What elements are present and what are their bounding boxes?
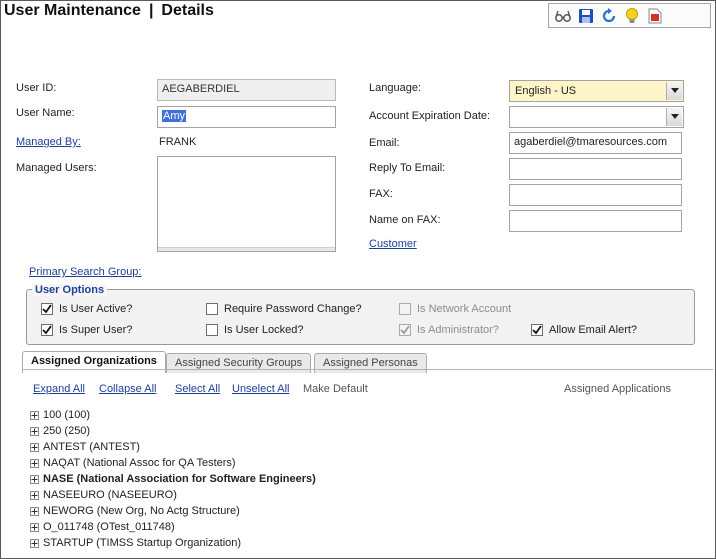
managed-by-link[interactable]: Managed By: [16,136,81,148]
chevron-down-icon[interactable] [666,82,682,100]
plus-expand-icon[interactable] [30,458,39,468]
language-value: English - US [515,85,577,97]
require-password-change-option: Require Password Change? [206,303,362,315]
tree-item-label[interactable]: NASEEURO (NASEEURO) [43,489,177,501]
pdf-report-icon[interactable] [645,6,665,26]
user-name-value: Amy [162,110,186,122]
plus-expand-icon[interactable] [30,506,39,516]
tree-item-label[interactable]: 100 (100) [43,409,90,421]
plus-expand-icon[interactable] [30,410,39,420]
user-options-legend: User Options [32,284,108,296]
language-label: Language: [369,82,421,94]
tree-item: NASEEURO (NASEEURO) [30,487,316,503]
managed-users-scrollbar[interactable] [158,247,335,251]
assigned-applications-label: Assigned Applications [564,383,672,395]
primary-search-group-link[interactable]: Primary Search Group: [29,266,141,278]
email-input[interactable]: agaberdiel@tmaresources.com [509,132,682,154]
tree-item-label[interactable]: STARTUP (TIMSS Startup Organization) [43,537,241,549]
email-label: Email: [369,137,400,149]
account-expiration-label: Account Expiration Date: [369,110,491,122]
is-administrator-label: Is Administrator? [417,324,499,336]
is-user-locked-checkbox[interactable] [206,324,218,336]
language-select[interactable]: English - US [509,80,684,102]
tab-divider [22,369,713,370]
is-super-user-checkbox[interactable] [41,324,53,336]
tree-item: 100 (100) [30,407,316,423]
is-user-active-option: Is User Active? [41,303,132,315]
name-on-fax-input[interactable] [509,210,682,232]
tree-item-label[interactable]: NAQAT (National Assoc for QA Testers) [43,457,236,469]
account-expiration-select[interactable] [509,106,684,128]
is-network-account-option: Is Network Account [399,303,511,315]
allow-email-alert-label: Allow Email Alert? [549,324,638,336]
tree-item: 250 (250) [30,423,316,439]
lightbulb-icon[interactable] [622,6,642,26]
fax-input[interactable] [509,184,682,206]
user-name-label: User Name: [16,107,75,119]
glasses-icon[interactable] [553,6,573,26]
tab-assigned-security-groups[interactable]: Assigned Security Groups [166,353,312,373]
collapse-all-link[interactable]: Collapse All [99,383,156,395]
plus-expand-icon[interactable] [30,442,39,452]
user-id-field: AEGABERDIEL [157,79,336,101]
is-user-active-label: Is User Active? [59,303,133,315]
plus-expand-icon[interactable] [30,490,39,500]
managed-users-label: Managed Users: [16,162,97,174]
page-subtitle: Details [161,2,214,19]
refresh-icon[interactable] [599,6,619,26]
tree-item-label[interactable]: O_011748 (OTest_011748) [43,521,175,533]
tree-item: ANTEST (ANTEST) [30,439,316,455]
allow-email-alert-checkbox[interactable] [531,324,543,336]
is-user-locked-option: Is User Locked? [206,324,303,336]
tree-item-label-default[interactable]: NASE (National Association for Software … [43,473,316,485]
is-network-account-label: Is Network Account [417,303,512,315]
customer-link[interactable]: Customer [369,238,417,250]
unselect-all-link[interactable]: Unselect All [232,383,289,395]
user-id-label: User ID: [16,82,57,94]
make-default-label: Make Default [303,383,368,395]
plus-expand-icon[interactable] [30,474,39,484]
is-user-locked-label: Is User Locked? [224,324,304,336]
title-separator: | [148,2,154,19]
managed-users-listbox[interactable] [157,156,336,252]
is-network-account-checkbox [399,303,411,315]
user-options-group [26,289,695,345]
save-disk-icon[interactable] [576,6,596,26]
tree-item: NEWORG (New Org, No Actg Structure) [30,503,316,519]
plus-expand-icon[interactable] [30,522,39,532]
tree-item-label[interactable]: 250 (250) [43,425,90,437]
tree-item-label[interactable]: NEWORG (New Org, No Actg Structure) [43,505,240,517]
tree-item: STARTUP (TIMSS Startup Organization) [30,535,316,551]
tree-item: O_011748 (OTest_011748) [30,519,316,535]
expand-all-link[interactable]: Expand All [33,383,85,395]
is-user-active-checkbox[interactable] [41,303,53,315]
require-password-change-label: Require Password Change? [224,303,362,315]
plus-expand-icon[interactable] [30,538,39,548]
is-super-user-option: Is Super User? [41,324,132,336]
user-name-input[interactable]: Amy [157,106,336,128]
require-password-change-checkbox[interactable] [206,303,218,315]
tree-item: NASE (National Association for Software … [30,471,316,487]
chevron-down-icon[interactable] [666,108,682,126]
managed-by-value: FRANK [159,136,197,148]
is-administrator-option: Is Administrator? [399,324,499,336]
tree-item: NAQAT (National Assoc for QA Testers) [30,455,316,471]
page-title: User Maintenance | Details [4,2,214,20]
is-super-user-label: Is Super User? [59,324,133,336]
allow-email-alert-option: Allow Email Alert? [531,324,637,336]
select-all-link[interactable]: Select All [175,383,220,395]
page-title-text: User Maintenance [4,2,141,19]
name-on-fax-label: Name on FAX: [369,214,441,226]
tree-item-label[interactable]: ANTEST (ANTEST) [43,441,140,453]
organization-tree: 100 (100) 250 (250) ANTEST (ANTEST) NAQA… [30,407,316,551]
fax-label: FAX: [369,188,393,200]
toolbar [548,3,711,28]
is-administrator-checkbox [399,324,411,336]
plus-expand-icon[interactable] [30,426,39,436]
reply-to-email-input[interactable] [509,158,682,180]
tab-assigned-personas[interactable]: Assigned Personas [314,353,427,373]
reply-to-email-label: Reply To Email: [369,162,446,174]
